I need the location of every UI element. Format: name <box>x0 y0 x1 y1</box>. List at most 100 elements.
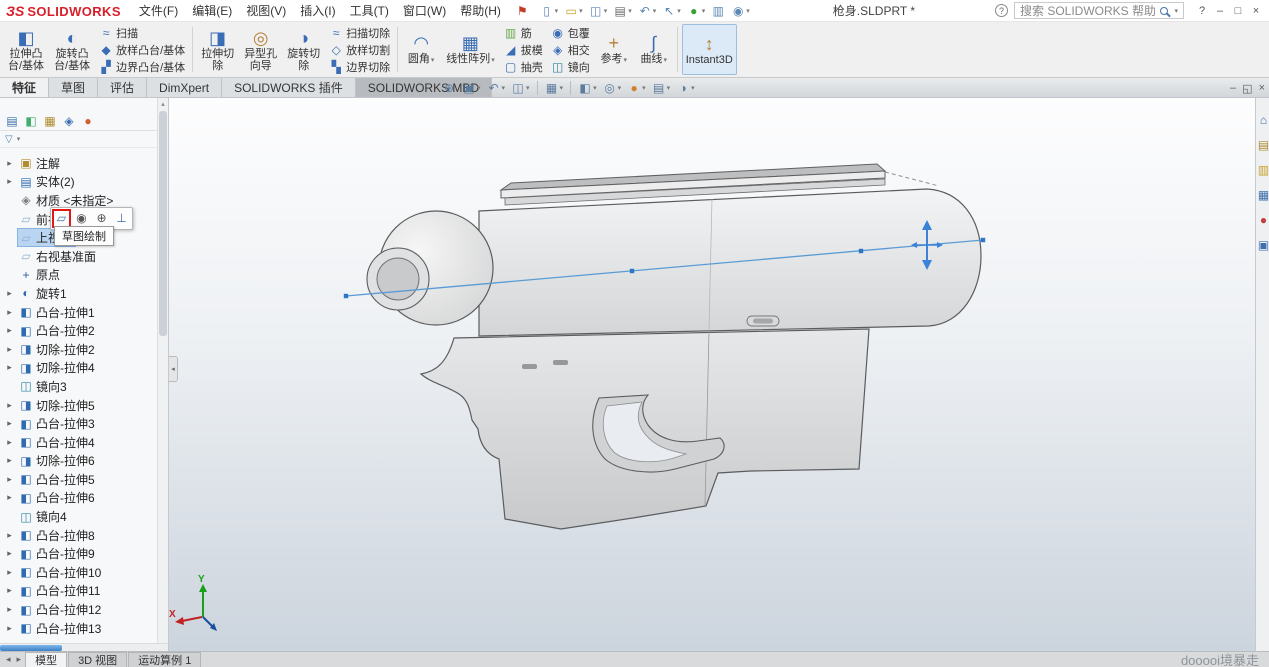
menu-item[interactable]: 文件(F) <box>132 0 185 21</box>
menu-item[interactable]: 编辑(E) <box>185 0 239 21</box>
new-document-button[interactable]: ▯▾ <box>537 4 562 18</box>
panel-tab-dimxpertmanager[interactable]: ◈ <box>62 114 76 128</box>
dropdown-icon[interactable]: ▾ <box>526 84 530 92</box>
task-pane-appearances-button[interactable]: ● <box>1257 214 1269 227</box>
view-orientation-button[interactable]: ▦▾ <box>543 82 566 94</box>
tree-filter[interactable]: ▽ ▾ <box>0 131 168 148</box>
tree-item[interactable]: ▸◧凸台-拉伸5 <box>2 470 156 489</box>
close-button[interactable]: × <box>1247 4 1265 18</box>
menu-item[interactable]: 插入(I) <box>293 0 342 21</box>
ribbon-button-shell[interactable]: ▢抽壳 <box>501 59 546 75</box>
previous-view-button[interactable]: ↶▾ <box>485 82 508 94</box>
undo-button[interactable]: ↶▾ <box>635 4 660 18</box>
menu-item[interactable]: 视图(V) <box>239 0 293 21</box>
ribbon-button-loft[interactable]: ◆放样凸台/基体 <box>96 42 188 58</box>
menu-item[interactable]: 窗口(W) <box>396 0 453 21</box>
help-button[interactable]: ? <box>1193 4 1211 18</box>
save-button[interactable]: ◫▾ <box>586 4 611 18</box>
apply-scene-button[interactable]: ▤▾ <box>650 82 673 94</box>
task-pane-view-palette-button[interactable]: ▦ <box>1257 189 1269 202</box>
tree-item[interactable]: ▸◧凸台-拉伸10 <box>2 563 156 582</box>
dropdown-icon[interactable]: ▾ <box>618 84 622 92</box>
close-button[interactable]: × <box>1259 82 1265 94</box>
graphics-viewport[interactable]: ◂ <box>169 98 1269 651</box>
task-pane-custom-properties-button[interactable]: ▣ <box>1257 239 1269 252</box>
command-tab[interactable]: 草图 <box>49 78 98 97</box>
expand-arrow-icon[interactable]: ▸ <box>5 623 14 634</box>
command-tab[interactable]: SOLIDWORKS 插件 <box>222 78 356 97</box>
command-tab[interactable]: DimXpert <box>147 78 222 97</box>
filter-dropdown-icon[interactable]: ▾ <box>17 135 21 143</box>
tree-item[interactable]: ▸▤实体(2) <box>2 173 156 192</box>
tree-item[interactable]: ▸◧凸台-拉伸12 <box>2 600 156 619</box>
expand-arrow-icon[interactable]: ▸ <box>5 530 14 541</box>
panel-tab-propertymanager[interactable]: ◧ <box>24 114 38 128</box>
ribbon-button-rib[interactable]: ▥筋 <box>501 25 546 41</box>
help-circle-icon[interactable]: ? <box>995 4 1008 17</box>
tree-item[interactable]: ▸◧凸台-拉伸6 <box>2 489 156 508</box>
tree-item[interactable]: ▸◧凸台-拉伸4 <box>2 433 156 452</box>
zoom-area-button[interactable]: ▣▾ <box>460 82 483 94</box>
expand-arrow-icon[interactable]: ▸ <box>5 158 14 169</box>
dropdown-icon[interactable]: ▾ <box>746 7 750 15</box>
expand-arrow-icon[interactable]: ▸ <box>5 418 14 429</box>
ribbon-button-loft-cut[interactable]: ◇放样切割 <box>326 42 393 58</box>
tree-item[interactable]: ▸◧凸台-拉伸1 <box>2 303 156 322</box>
task-pane-resources-button[interactable]: ⌂ <box>1257 114 1269 127</box>
open-button[interactable]: ▭▾ <box>561 4 586 18</box>
dropdown-icon[interactable]: ▾ <box>579 7 583 15</box>
view-settings-button[interactable]: ◑▾ <box>674 82 697 94</box>
ribbon-button-revolve-cut[interactable]: ◑旋转切除 <box>283 24 324 75</box>
dropdown-icon[interactable]: ▾ <box>663 57 667 64</box>
tree-hscrollbar[interactable] <box>0 643 168 651</box>
tree-item[interactable]: ▱右视基准面 <box>2 247 156 266</box>
task-pane-design-library-button[interactable]: ▤ <box>1257 139 1269 152</box>
ribbon-button-boundary[interactable]: ▞边界凸台/基体 <box>96 59 188 75</box>
command-tab[interactable]: 评估 <box>98 78 147 97</box>
dropdown-icon[interactable]: ▾ <box>702 7 706 15</box>
search-input[interactable]: 搜索 SOLIDWORKS 帮助 ▾ <box>1014 2 1184 19</box>
model-lower-receiver[interactable] <box>421 329 869 529</box>
expand-arrow-icon[interactable]: ▸ <box>5 604 14 615</box>
ribbon-button-draft[interactable]: ◢拔模 <box>501 42 546 58</box>
tree-item[interactable]: ▸◧凸台-拉伸2 <box>2 321 156 340</box>
task-pane-file-explorer-button[interactable]: ▥ <box>1257 164 1269 177</box>
tree-item[interactable]: ▸▣注解 <box>2 154 156 173</box>
search-icon[interactable] <box>1160 7 1168 15</box>
panel-tab-configurationmanager[interactable]: ▦ <box>43 114 57 128</box>
dropdown-icon[interactable]: ▾ <box>477 84 481 92</box>
tree-item[interactable]: +原点 <box>2 266 156 285</box>
pin-icon[interactable]: ⚑ <box>517 4 528 18</box>
hide-show-items-button[interactable]: ◎▾ <box>601 82 624 94</box>
scroll-up-icon[interactable]: ▴ <box>161 98 165 109</box>
tree-item[interactable]: ▱前视▱◉⊕⊥草图绘制 <box>2 210 156 229</box>
tree-item[interactable]: ▸◧凸台-拉伸11 <box>2 582 156 601</box>
dropdown-icon[interactable]: ▾ <box>677 7 681 15</box>
dropdown-icon[interactable]: ▾ <box>642 84 646 92</box>
dropdown-icon[interactable]: ▾ <box>653 7 657 15</box>
maximize-button[interactable]: □ <box>1229 4 1247 18</box>
dropdown-icon[interactable]: ▾ <box>555 7 559 15</box>
dropdown-icon[interactable]: ▾ <box>593 84 597 92</box>
dropdown-icon[interactable]: ▾ <box>560 84 564 92</box>
tree-item[interactable]: ▸◨切除-拉伸2 <box>2 340 156 359</box>
edit-appearance-button[interactable]: ●▾ <box>625 82 648 94</box>
tree-item[interactable]: ▸◨切除-拉伸5 <box>2 396 156 415</box>
ribbon-button-curves[interactable]: ∫曲线▾ <box>635 24 673 75</box>
tree-item[interactable]: ▸◨切除-拉伸6 <box>2 452 156 471</box>
ribbon-button-fillet[interactable]: ◠圆角▾ <box>402 24 440 75</box>
ribbon-button-reference-geometry[interactable]: +参考▾ <box>595 24 633 75</box>
menu-item[interactable]: 帮助(H) <box>453 0 508 21</box>
expand-arrow-icon[interactable]: ▸ <box>5 585 14 596</box>
ribbon-button-boundary-cut[interactable]: ▚边界切除 <box>326 59 393 75</box>
dropdown-icon[interactable]: ▾ <box>628 7 632 15</box>
scrollbar-thumb[interactable] <box>159 111 167 336</box>
restore-button[interactable]: ◱ <box>1242 82 1252 95</box>
model-upper-receiver[interactable] <box>367 164 981 336</box>
file-properties-button[interactable]: ▥ <box>708 4 728 18</box>
expand-arrow-icon[interactable]: ▸ <box>5 307 14 318</box>
ribbon-button-mirror[interactable]: ◫镜向 <box>548 59 593 75</box>
minimize-button[interactable]: – <box>1230 82 1236 94</box>
expand-arrow-icon[interactable]: ▸ <box>5 176 14 187</box>
ribbon-button-revolve-boss[interactable]: ◐旋转凸台/基体 <box>50 24 94 75</box>
